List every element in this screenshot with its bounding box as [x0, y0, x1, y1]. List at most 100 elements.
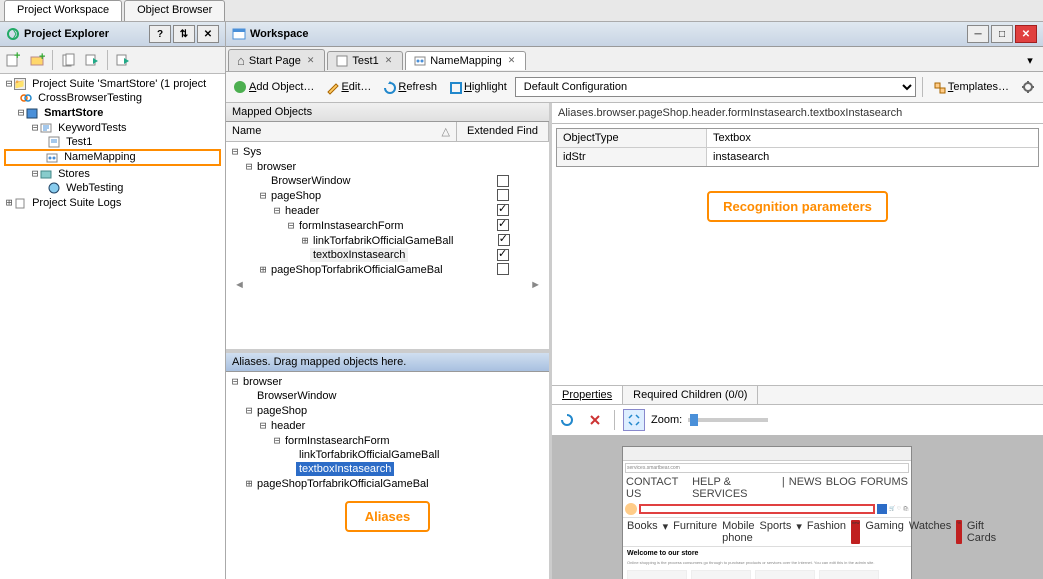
project-explorer-icon	[6, 27, 20, 41]
run-button[interactable]	[81, 49, 103, 71]
extended-find-checkbox[interactable]	[497, 204, 509, 216]
run-all-button[interactable]	[112, 49, 134, 71]
expand-toggle[interactable]: ⊟	[230, 145, 240, 158]
extended-find-checkbox[interactable]	[497, 175, 509, 187]
expand-toggle[interactable]: ⊞	[244, 477, 254, 490]
tree-project-suite[interactable]: Project Suite 'SmartStore' (1 project	[29, 77, 209, 91]
aliases-tree[interactable]: ⊟browser BrowserWindow ⊟pageShop ⊟header…	[226, 372, 549, 579]
extended-find-checkbox[interactable]	[497, 263, 509, 275]
alias-header[interactable]: header	[268, 419, 308, 433]
tab-name-mapping[interactable]: NameMapping✕	[405, 51, 526, 70]
help-button[interactable]: ?	[149, 25, 171, 43]
configuration-select[interactable]: Default Configuration	[515, 77, 916, 97]
expand-toggle[interactable]: ⊟	[258, 419, 268, 432]
preview-refresh-button[interactable]	[556, 409, 578, 431]
tab-properties[interactable]: Properties	[552, 386, 623, 404]
prop-val-object-type[interactable]: Textbox	[707, 129, 1038, 147]
extended-find-checkbox[interactable]	[497, 219, 509, 231]
expand-toggle[interactable]: ⊞	[4, 196, 14, 209]
node-header[interactable]: header	[282, 204, 322, 218]
preview-clear-button[interactable]	[584, 409, 606, 431]
tree-test1[interactable]: Test1	[63, 135, 95, 149]
tree-stores[interactable]: Stores	[55, 167, 93, 181]
alias-browser-window[interactable]: BrowserWindow	[254, 389, 339, 403]
expand-toggle[interactable]: ⊞	[300, 234, 310, 247]
tree-keyword-tests[interactable]: KeywordTests	[55, 121, 129, 135]
close-tab-icon[interactable]: ✕	[383, 55, 395, 66]
name-mapping-icon	[46, 152, 58, 164]
zoom-thumb[interactable]	[690, 414, 698, 426]
node-page-shop-torfabrik[interactable]: pageShopTorfabrikOfficialGameBal	[268, 263, 446, 277]
settings-button[interactable]	[1017, 76, 1039, 98]
node-browser[interactable]: browser	[254, 160, 299, 174]
templates-button[interactable]: Templates…	[929, 79, 1013, 95]
preview-pane[interactable]: services.smartbear.com CONTACT USHELP & …	[552, 436, 1043, 579]
alias-page-shop[interactable]: pageShop	[254, 404, 310, 418]
node-link-torfabrik[interactable]: linkTorfabrikOfficialGameBall	[310, 234, 456, 248]
highlight-button[interactable]: Highlight	[445, 79, 511, 95]
column-name[interactable]: Name △	[226, 122, 457, 141]
expand-toggle[interactable]: ⊟	[4, 77, 14, 90]
options-button[interactable]: ⇅	[173, 25, 195, 43]
tab-project-workspace[interactable]: Project Workspace	[4, 0, 122, 21]
refresh-explorer-button[interactable]	[57, 49, 79, 71]
separator	[107, 50, 108, 70]
close-panel-button[interactable]: ✕	[197, 25, 219, 43]
tree-cross-browser-testing[interactable]: CrossBrowserTesting	[35, 91, 145, 105]
tab-start-page[interactable]: ⌂Start Page✕	[228, 49, 325, 71]
maximize-button[interactable]: □	[991, 25, 1013, 43]
close-button[interactable]: ✕	[1015, 25, 1037, 43]
expand-toggle[interactable]: ⊟	[30, 121, 40, 134]
node-page-shop[interactable]: pageShop	[268, 189, 324, 203]
tab-object-browser[interactable]: Object Browser	[124, 0, 225, 21]
properties-grid[interactable]: ObjectTypeTextbox idStrinstasearch	[556, 128, 1039, 167]
close-tab-icon[interactable]: ✕	[305, 55, 317, 66]
alias-textbox-instasearch[interactable]: textboxInstasearch	[296, 462, 394, 476]
expand-toggle[interactable]: ⊟	[16, 106, 26, 119]
column-extended-find[interactable]: Extended Find	[457, 122, 549, 141]
node-textbox-instasearch[interactable]: textboxInstasearch	[310, 248, 408, 262]
zoom-slider[interactable]	[688, 418, 768, 422]
expand-toggle[interactable]: ⊟	[244, 404, 254, 417]
object-path: Aliases.browser.pageShop.header.formInst…	[552, 103, 1043, 124]
prop-val-idstr[interactable]: instasearch	[707, 148, 1038, 166]
tab-test1[interactable]: Test1✕	[327, 51, 403, 70]
expand-toggle[interactable]: ⊟	[30, 167, 40, 180]
tree-smartstore[interactable]: SmartStore	[41, 106, 106, 120]
alias-page-shop-torfabrik[interactable]: pageShopTorfabrikOfficialGameBal	[254, 477, 432, 491]
close-tab-icon[interactable]: ✕	[506, 55, 518, 66]
expand-toggle[interactable]: ⊟	[272, 204, 282, 217]
edit-button[interactable]: Edit…	[322, 79, 375, 95]
extended-find-checkbox[interactable]	[498, 234, 510, 246]
mapped-objects-column: Mapped Objects Name △ Extended Find ⊟Sys…	[226, 103, 552, 579]
tree-name-mapping[interactable]: NameMapping	[61, 150, 139, 164]
preview-fit-button[interactable]	[623, 409, 645, 431]
expand-toggle[interactable]: ⊟	[244, 160, 254, 173]
tab-overflow-button[interactable]: ▾	[1019, 49, 1041, 71]
expand-toggle[interactable]: ⊟	[230, 375, 240, 388]
expand-toggle[interactable]: ⊟	[286, 219, 296, 232]
tab-required-children[interactable]: Required Children (0/0)	[623, 386, 758, 404]
main-tab-bar: Project Workspace Object Browser	[0, 0, 1043, 22]
add-object-button[interactable]: Add Object…	[230, 79, 318, 95]
node-form-instasearch[interactable]: formInstasearchForm	[296, 219, 407, 233]
project-tree[interactable]: ⊟📁 Project Suite 'SmartStore' (1 project…	[0, 74, 225, 579]
alias-browser[interactable]: browser	[240, 375, 285, 389]
refresh-button[interactable]: Refresh	[379, 79, 441, 95]
expand-toggle[interactable]: ⊞	[258, 263, 268, 276]
extended-find-checkbox[interactable]	[497, 249, 509, 261]
new-item-button[interactable]: +	[2, 49, 24, 71]
node-sys[interactable]: Sys	[240, 145, 264, 159]
new-folder-button[interactable]: +	[26, 49, 48, 71]
alias-link-torfabrik[interactable]: linkTorfabrikOfficialGameBall	[296, 448, 442, 462]
alias-form-instasearch[interactable]: formInstasearchForm	[282, 434, 393, 448]
expand-toggle[interactable]: ⊟	[272, 434, 282, 447]
extended-find-checkbox[interactable]	[497, 189, 509, 201]
mapped-objects-tree[interactable]: ⊟Sys ⊟browser BrowserWindow ⊟pageShop ⊟h…	[226, 142, 549, 349]
node-browser-window[interactable]: BrowserWindow	[268, 174, 353, 188]
tree-project-suite-logs[interactable]: Project Suite Logs	[29, 196, 124, 210]
tree-web-testing[interactable]: WebTesting	[63, 181, 126, 195]
separator	[52, 50, 53, 70]
expand-toggle[interactable]: ⊟	[258, 189, 268, 202]
minimize-button[interactable]: ─	[967, 25, 989, 43]
